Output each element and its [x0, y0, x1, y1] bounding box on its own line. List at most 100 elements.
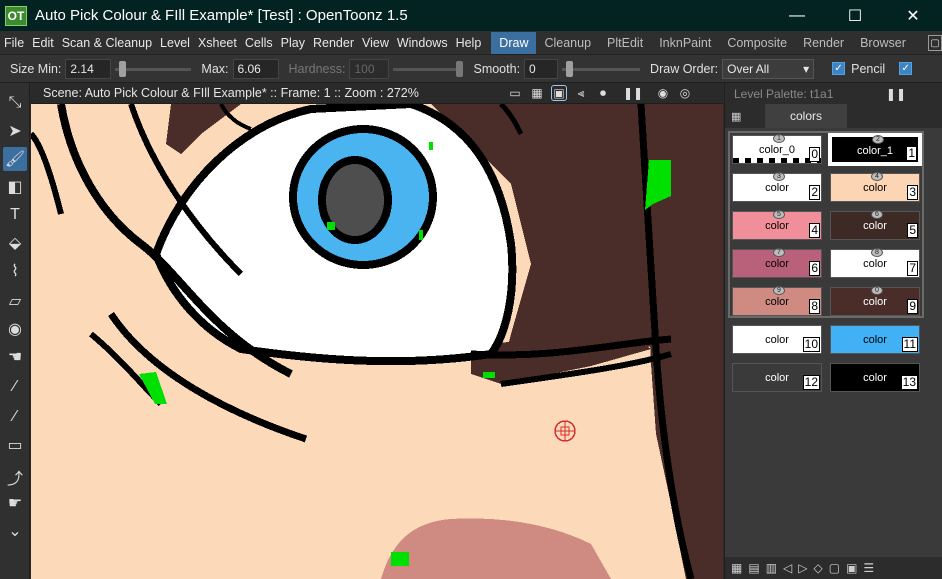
- palette-style-chip[interactable]: color 11: [830, 325, 920, 354]
- geometric-tool-icon[interactable]: ◧: [3, 175, 27, 199]
- camera-stand-view-icon[interactable]: ▣: [551, 85, 567, 101]
- subcamera-preview-icon[interactable]: ◎: [677, 85, 693, 101]
- eraser-tool-icon[interactable]: ▱: [3, 289, 27, 313]
- style-name: color: [765, 296, 789, 308]
- style-index: 0: [809, 147, 820, 162]
- menu-cells[interactable]: Cells: [241, 36, 277, 50]
- animate-tool-icon[interactable]: ⤡: [3, 91, 27, 115]
- room-tab-render[interactable]: Render: [795, 32, 852, 54]
- palette-style-chip[interactable]: color 13: [830, 363, 920, 392]
- room-tab-browser[interactable]: Browser: [852, 32, 914, 54]
- rgb-picker-tool-icon[interactable]: ⁄: [3, 405, 27, 429]
- preview-icon[interactable]: ◉: [655, 85, 671, 101]
- slider-handle[interactable]: [566, 60, 574, 77]
- style-shortcut-badge: 9: [773, 286, 785, 295]
- freeze-icon[interactable]: ❚❚: [623, 85, 643, 101]
- window-title: Auto Pick Colour & FIll Example* [Test] …: [35, 7, 408, 24]
- room-tab-cleanup[interactable]: Cleanup: [536, 32, 599, 54]
- new-style-icon[interactable]: ▣: [846, 561, 857, 575]
- tape-tool-icon[interactable]: ◉: [3, 317, 27, 341]
- palette-title: Level Palette: t1a1: [725, 83, 942, 104]
- 3d-view-icon[interactable]: ⫷: [573, 85, 589, 101]
- minimize-button[interactable]: —: [768, 0, 826, 31]
- opentoonz-logo-icon: OT: [5, 5, 27, 26]
- room-tab-draw[interactable]: Draw: [491, 31, 537, 54]
- style-name: color: [863, 296, 887, 308]
- maximize-button[interactable]: ☐: [826, 0, 884, 31]
- menu-windows[interactable]: Windows: [393, 36, 452, 50]
- draw-order-value: Over All: [727, 61, 770, 76]
- room-tab-pltedit[interactable]: PltEdit: [599, 32, 651, 54]
- palette-style-chip[interactable]: color 6 7: [732, 248, 822, 278]
- room-tabs: Draw Cleanup PltEdit InknPaint Composite…: [491, 31, 914, 55]
- freeze-palette-icon[interactable]: ❚❚: [886, 87, 906, 101]
- palette-style-chip[interactable]: color 12: [732, 363, 822, 392]
- fill-tool-icon[interactable]: ⬙: [3, 231, 27, 255]
- style-name: color: [765, 182, 789, 194]
- camera-view-icon[interactable]: ⏺: [595, 85, 611, 101]
- safe-area-icon[interactable]: ▭: [507, 85, 523, 101]
- style-shortcut-badge: 6: [871, 210, 883, 219]
- style-index: 11: [901, 337, 918, 352]
- next-style-icon[interactable]: ▷: [798, 561, 807, 575]
- more-rooms-icon[interactable]: ▢: [928, 35, 942, 51]
- palette-style-chip[interactable]: color 3 4: [830, 172, 920, 202]
- prev-style-icon[interactable]: ◁: [783, 561, 792, 575]
- style-index: 13: [900, 375, 918, 390]
- palette-style-chip[interactable]: color 5 6: [830, 210, 920, 240]
- extra-option-checkbox[interactable]: ✓: [899, 62, 913, 75]
- menu-view[interactable]: View: [358, 36, 393, 50]
- lock-palette-icon[interactable]: ▥: [766, 561, 777, 575]
- size-min-slider[interactable]: [115, 59, 192, 79]
- size-min-field[interactable]: 2.14: [65, 58, 112, 79]
- slider-handle[interactable]: [119, 60, 127, 77]
- save-palette-icon[interactable]: ▤: [748, 561, 759, 575]
- palette-view-mode-icon[interactable]: ▦: [731, 110, 749, 123]
- menu-edit[interactable]: Edit: [28, 36, 58, 50]
- close-button[interactable]: ✕: [884, 0, 942, 31]
- palette-style-chip[interactable]: color_1 1 2: [828, 133, 922, 166]
- smooth-field[interactable]: 0: [524, 58, 559, 79]
- palette-style-chip[interactable]: color 4 5: [732, 210, 822, 240]
- menu-level[interactable]: Level: [156, 36, 194, 50]
- menu-help[interactable]: Help: [452, 36, 486, 50]
- menu-file[interactable]: File: [0, 36, 28, 50]
- menu-xsheet[interactable]: Xsheet: [194, 36, 241, 50]
- style-name: color_0: [758, 144, 796, 156]
- draw-order-select[interactable]: Over All ▾: [722, 58, 815, 79]
- new-page-icon[interactable]: ▢: [829, 561, 840, 575]
- hardness-field: 100: [349, 58, 390, 79]
- palette-style-chip[interactable]: color 8 9: [732, 286, 822, 316]
- style-icon[interactable]: ◇: [814, 561, 823, 575]
- size-max-field[interactable]: 6.06: [232, 58, 279, 79]
- style-name: color: [863, 182, 887, 194]
- palette-menu-icon[interactable]: ☰: [863, 561, 874, 575]
- palette-page-tab-colors[interactable]: colors: [765, 104, 847, 128]
- control-point-editor-icon[interactable]: ⤴: [3, 465, 27, 489]
- brush-tool-icon[interactable]: 🖌: [3, 147, 27, 171]
- more-tools-icon[interactable]: ⌄: [3, 519, 27, 543]
- style-picker-tool-icon[interactable]: ⁄: [3, 375, 27, 399]
- pencil-checkbox[interactable]: ✓: [832, 62, 846, 75]
- smooth-slider[interactable]: [562, 59, 641, 79]
- room-tab-inknpaint[interactable]: InknPaint: [651, 32, 719, 54]
- palette-style-chip[interactable]: color 7 8: [830, 248, 920, 278]
- type-tool-icon[interactable]: T: [3, 203, 27, 227]
- palette-style-chip[interactable]: color 10: [732, 325, 822, 354]
- finger-tool-icon[interactable]: ☚: [3, 345, 27, 369]
- room-tab-composite[interactable]: Composite: [719, 32, 795, 54]
- field-guide-icon[interactable]: ▦: [529, 85, 545, 101]
- palette-style-chip[interactable]: color_0 0 1: [732, 134, 822, 164]
- ruler-tool-icon[interactable]: ▭: [3, 433, 27, 457]
- menu-scan-cleanup[interactable]: Scan & Cleanup: [58, 36, 156, 50]
- menu-play[interactable]: Play: [277, 36, 309, 50]
- palette-grid-icon[interactable]: ▦: [731, 561, 742, 575]
- selection-tool-icon[interactable]: ➤: [3, 119, 27, 143]
- palette-style-chip[interactable]: color 9 0: [830, 286, 920, 316]
- viewer-canvas[interactable]: [31, 104, 723, 579]
- palette-style-chip[interactable]: color 2 3: [732, 172, 822, 202]
- paint-brush-tool-icon[interactable]: ⌇: [3, 259, 27, 283]
- style-shortcut-badge: 0: [871, 286, 883, 295]
- pinch-tool-icon[interactable]: ☛: [3, 491, 27, 515]
- menu-render[interactable]: Render: [309, 36, 358, 50]
